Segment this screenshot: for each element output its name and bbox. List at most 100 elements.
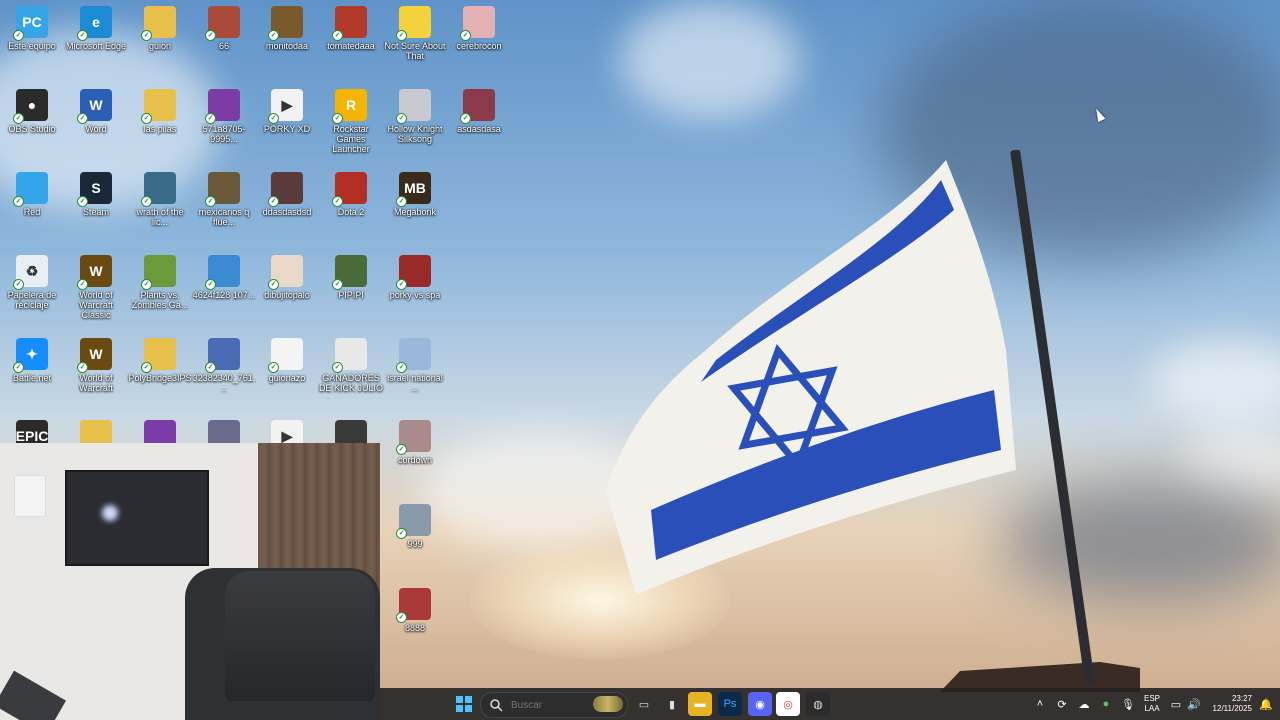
desktop-icon[interactable]: ✓ guionazo xyxy=(255,334,319,414)
app-icon: e ✓ xyxy=(77,6,112,41)
desktop-icon[interactable]: ✓ 571a8705-9995... xyxy=(192,85,256,165)
desktop-icon-label: mexicanos q flue... xyxy=(198,207,250,227)
desktop-icon[interactable]: ✓ GANADORES DE KICK JULIO xyxy=(319,334,383,414)
desktop-icon[interactable]: ✓ Hollow Knight Silksong xyxy=(383,85,447,165)
xbox-tray-icon[interactable]: ● xyxy=(1096,692,1116,716)
refresh-icon: ⟳ xyxy=(1057,698,1067,711)
onedrive-tray-icon[interactable]: ☁ xyxy=(1074,692,1094,716)
sync-status-check-icon: ✓ xyxy=(268,362,279,373)
desktop-icon[interactable]: ✓ mexicanos q flue... xyxy=(192,168,256,248)
desktop-icon-label: World of Warcraft xyxy=(79,373,113,393)
desktop-icon[interactable]: ✓ ddasdasdsd xyxy=(255,168,319,248)
app-icon: ✓ xyxy=(332,6,367,41)
desktop-icon[interactable]: MB ✓ Megabonk xyxy=(383,168,447,248)
sync-status-check-icon: ✓ xyxy=(396,113,407,124)
app-icon: ✓ xyxy=(141,89,176,124)
sync-status-check-icon: ✓ xyxy=(141,362,152,373)
notifications-button[interactable]: 🔔 xyxy=(1256,692,1276,716)
start-button[interactable] xyxy=(452,692,476,716)
desktop-icon[interactable]: S ✓ Steam xyxy=(64,168,128,248)
desktop-icon[interactable]: R ✓ Rockstar Games Launcher xyxy=(319,85,383,165)
sync-status-check-icon: ✓ xyxy=(77,279,88,290)
taskbar-obs-button[interactable]: ◍ xyxy=(806,692,830,716)
taskbar-app-generic-button[interactable]: ▮ xyxy=(660,692,684,716)
app-icon: ✓ xyxy=(141,338,176,373)
app-icon: W ✓ xyxy=(77,255,112,290)
desktop-icon[interactable]: ✓ wrath of the lic... xyxy=(128,168,192,248)
search-highlight-image xyxy=(593,696,623,712)
microphone-tray-icon[interactable]: 🎙 xyxy=(1118,692,1138,716)
desktop-icon[interactable]: W ✓ World of Warcraft Classic xyxy=(64,251,128,331)
desktop-icon[interactable]: ✓ monitodaa xyxy=(255,2,319,82)
taskbar-discord-button[interactable]: ◉ xyxy=(748,692,772,716)
desktop-icon[interactable]: ✓ israel national ... xyxy=(383,334,447,414)
desktop-icon-label: Papelera de reciclaje xyxy=(7,290,57,310)
desktop-icon-label: tomatedaaa xyxy=(327,41,375,51)
desktop-icon[interactable]: ✓ 32382340_761... xyxy=(192,334,256,414)
desktop-icon-label: Hollow Knight Silksong xyxy=(387,124,443,144)
desktop-icon[interactable]: ✓ 4624f128 107... xyxy=(192,251,256,331)
network-tray-icon[interactable]: ▭ xyxy=(1166,692,1186,716)
desktop-icon[interactable]: ✓ porky vs spa xyxy=(383,251,447,331)
desktop-icon-label: cordown xyxy=(397,455,433,465)
volume-tray-icon[interactable]: 🔊 xyxy=(1184,692,1204,716)
sync-status-check-icon: ✓ xyxy=(268,113,279,124)
app-icon: ✓ xyxy=(141,255,176,290)
language-indicator[interactable]: ESP LAA xyxy=(1142,694,1162,714)
desktop-icon[interactable]: ✓ 999 xyxy=(383,500,447,580)
desktop-icon[interactable]: ▶ ✓ PORKY XD xyxy=(255,85,319,165)
app-icon: ✓ xyxy=(13,172,48,207)
desktop-icon[interactable]: ✓ cerebrocon xyxy=(447,2,511,82)
taskbar-chrome-button[interactable]: ◎ xyxy=(776,692,800,716)
desktop-icon[interactable]: PC ✓ Este equipo xyxy=(0,2,64,82)
desktop-icon-label: World of Warcraft Classic xyxy=(79,290,113,320)
desktop-icon[interactable]: ✓ dibujitopalo xyxy=(255,251,319,331)
desktop-icon[interactable]: W ✓ World of Warcraft xyxy=(64,334,128,414)
desktop-icon[interactable]: ● ✓ OBS Studio xyxy=(0,85,64,165)
app-icon: ✓ xyxy=(396,420,431,455)
taskbar: ▭▮▬Ps◉◎◍ ˄ ⟳ ☁ ● 🎙 ESP LAA ▭ 🔊 23:27 12/… xyxy=(380,688,1280,720)
search-input[interactable] xyxy=(509,698,583,712)
desktop-icon[interactable]: ✓ 66 xyxy=(192,2,256,82)
taskbar-clock[interactable]: 23:27 12/11/2025 xyxy=(1213,694,1252,714)
desktop-icon[interactable]: ✓ cordown xyxy=(383,416,447,496)
desktop-icon[interactable]: ✓ Not Sure About That xyxy=(383,2,447,82)
desktop-icon[interactable]: W ✓ Word xyxy=(64,85,128,165)
taskbar-task-view-button[interactable]: ▭ xyxy=(632,692,656,716)
desktop-icon[interactable]: ✓ Plants vs. Zombies Ga... xyxy=(128,251,192,331)
desktop-icon[interactable]: ✦ ✓ Battle.net xyxy=(0,334,64,414)
desktop-icon[interactable]: ✓ PolyBridge3IPS xyxy=(128,334,192,414)
desktop-icon[interactable]: ♻ ✓ Papelera de reciclaje xyxy=(0,251,64,331)
desktop-icon-label: Not Sure About That xyxy=(384,41,446,61)
sync-tray-icon[interactable]: ⟳ xyxy=(1052,692,1072,716)
desktop-icon[interactable]: ✓ Dota 2 xyxy=(319,168,383,248)
speaker-icon: 🔊 xyxy=(1187,698,1201,711)
sync-status-check-icon: ✓ xyxy=(460,113,471,124)
desktop-icon-label: Este equipo xyxy=(8,41,56,51)
taskbar-photoshop-button[interactable]: Ps xyxy=(718,692,742,716)
app-icon: ✓ xyxy=(205,89,240,124)
desktop-icon[interactable]: ✓ asdasdasa xyxy=(447,85,511,165)
app-icon: MB ✓ xyxy=(396,172,431,207)
taskbar-file-explorer-button[interactable]: ▬ xyxy=(688,692,712,716)
desktop-icon-label: 66 xyxy=(218,41,229,51)
desktop-icon-label: Plants vs. Zombies Ga... xyxy=(131,290,189,310)
sync-status-check-icon: ✓ xyxy=(141,196,152,207)
israel-flag-wallpaper xyxy=(606,160,1016,595)
desktop-icon-label: Megabonk xyxy=(393,207,437,217)
desktop-icon[interactable]: ✓ tomatedaaa xyxy=(319,2,383,82)
desktop-icon[interactable]: ✓ 8888 xyxy=(383,584,447,664)
app-icon: ♻ ✓ xyxy=(13,255,48,290)
sync-status-check-icon: ✓ xyxy=(205,279,216,290)
desktop-icon-label: Microsoft Edge xyxy=(65,41,127,51)
sync-status-check-icon: ✓ xyxy=(77,30,88,41)
language-code: ESP xyxy=(1143,694,1160,703)
desktop-icon[interactable]: e ✓ Microsoft Edge xyxy=(64,2,128,82)
desktop-icon[interactable]: ✓ guion xyxy=(128,2,192,82)
desktop-icon[interactable]: ✓ PIPIPI xyxy=(319,251,383,331)
desktop-icon[interactable]: ✓ las pilas xyxy=(128,85,192,165)
desktop-icon-label: wrath of the lic... xyxy=(136,207,184,227)
desktop-icon[interactable]: ✓ Red xyxy=(0,168,64,248)
taskbar-search-box[interactable] xyxy=(480,692,628,718)
show-hidden-icons-button[interactable]: ˄ xyxy=(1030,692,1050,716)
